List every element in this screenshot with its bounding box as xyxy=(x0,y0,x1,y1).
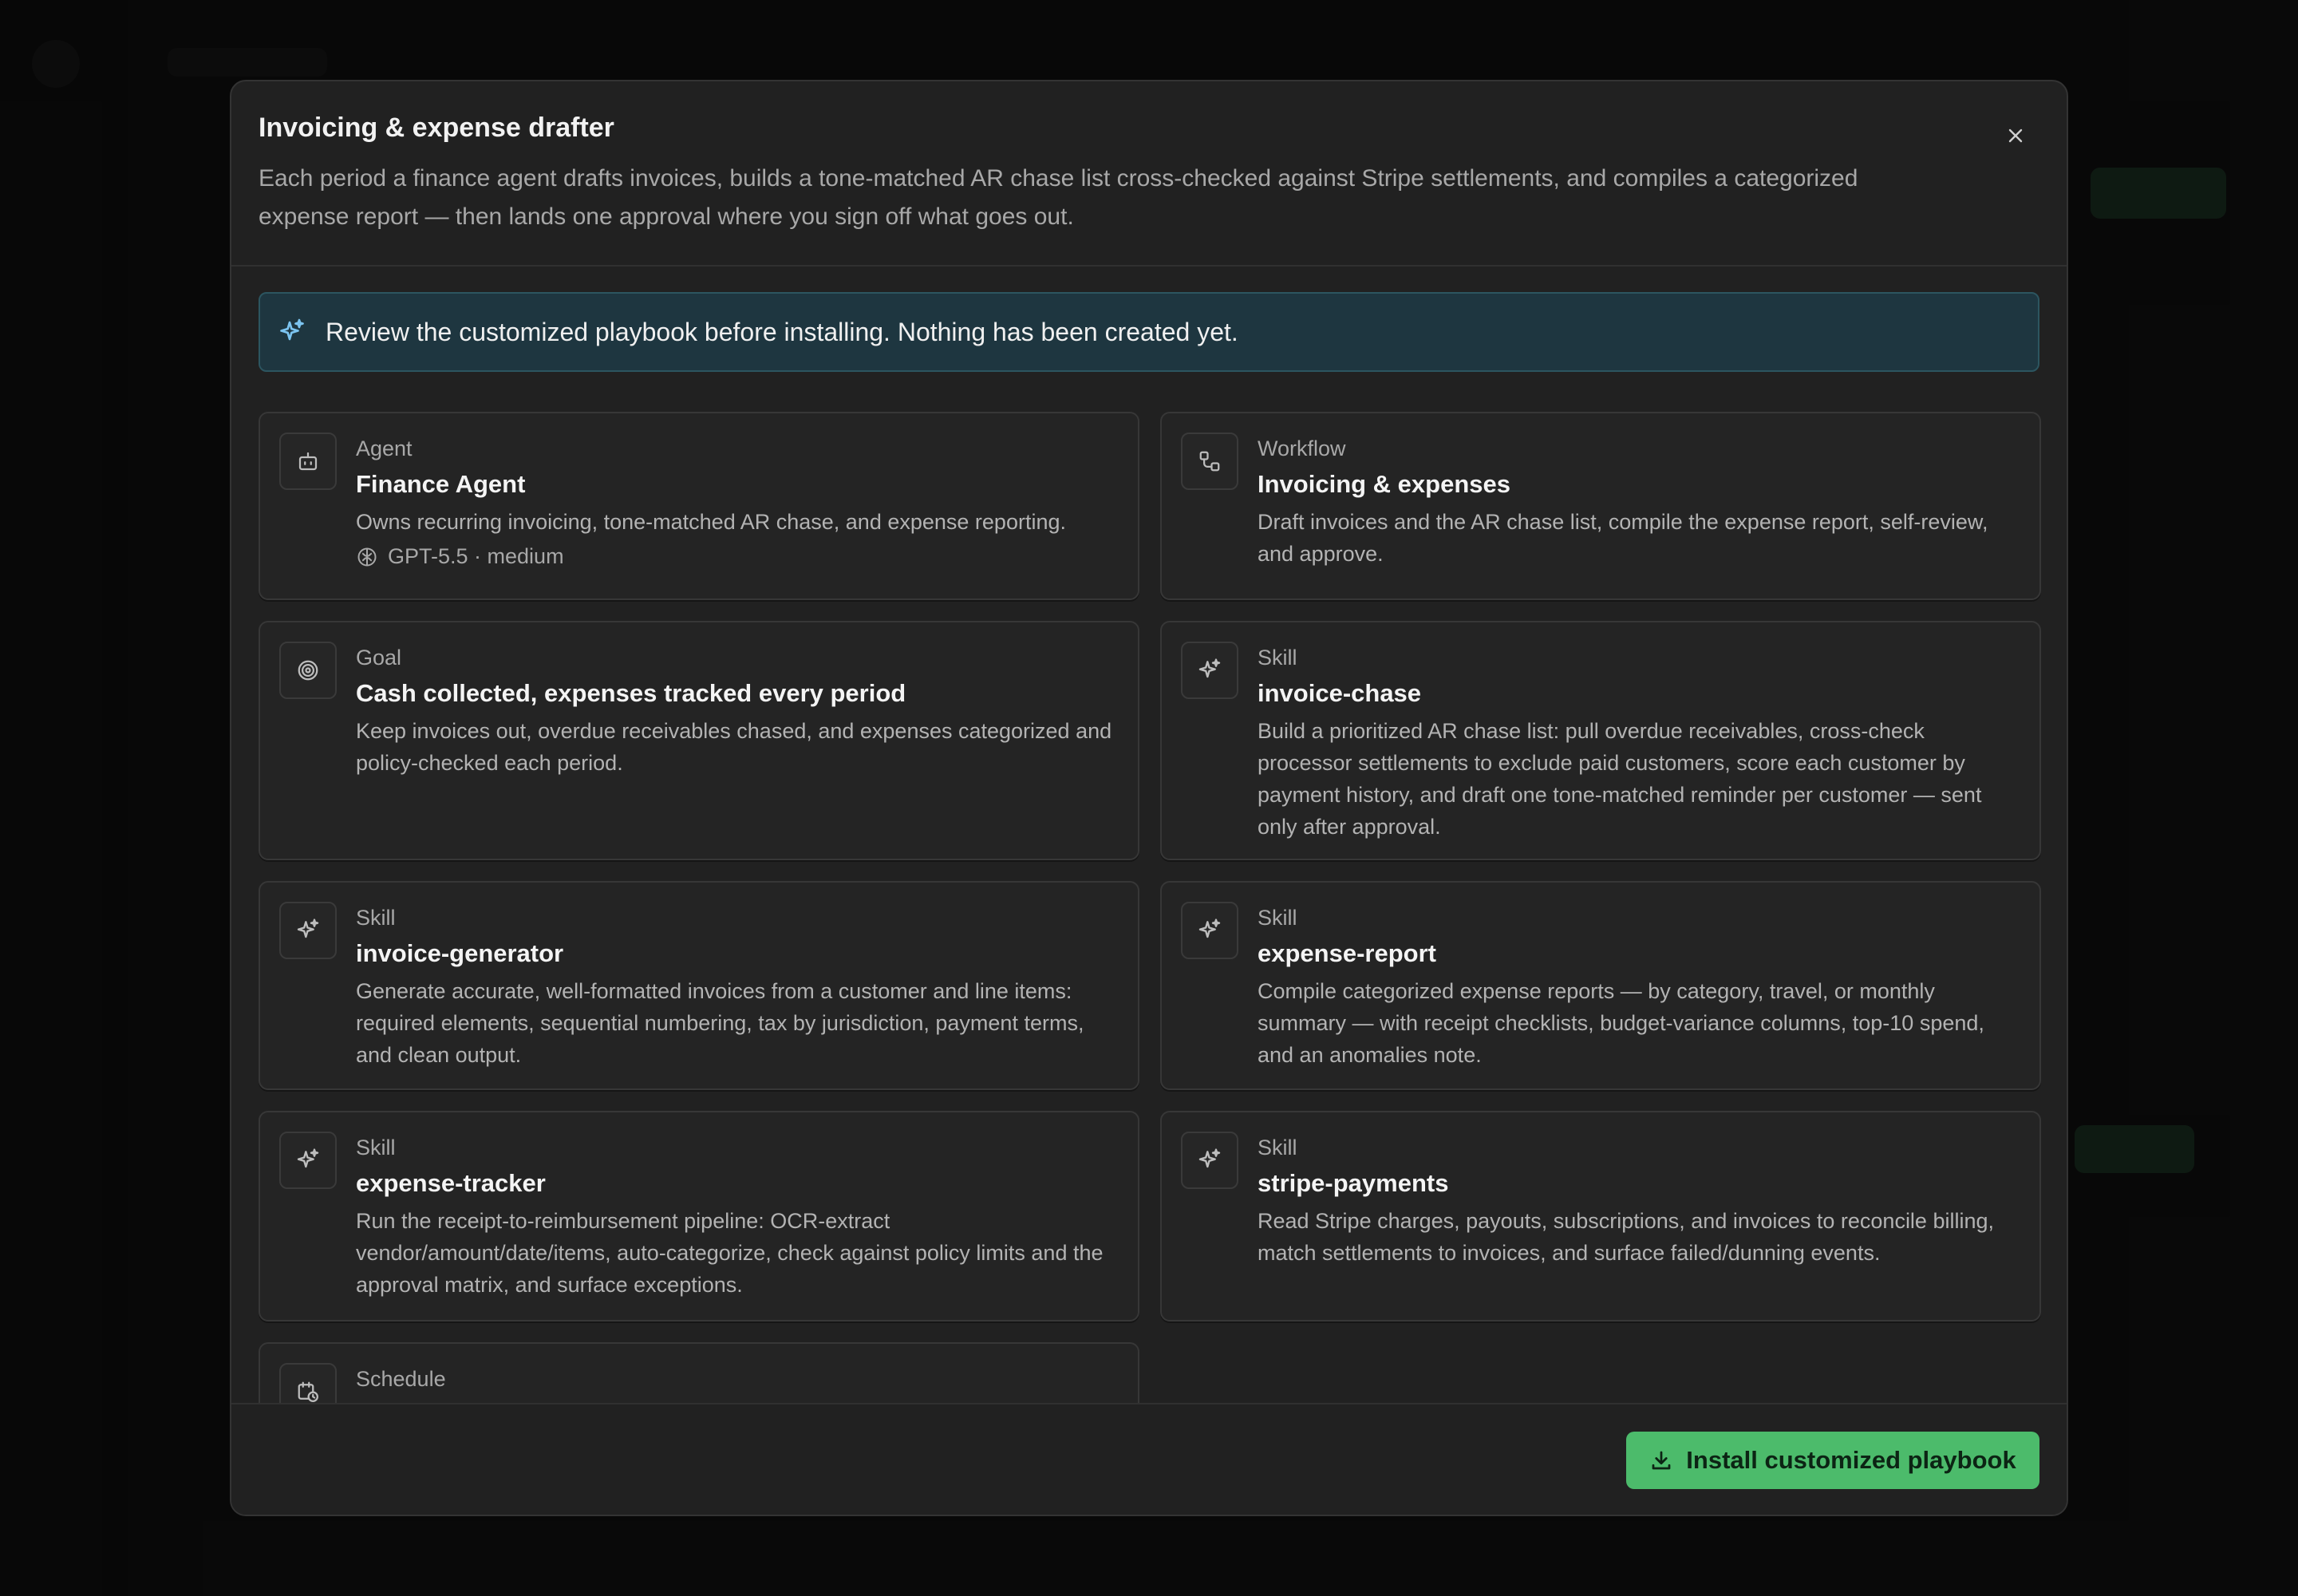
card-icon-box xyxy=(1181,642,1238,699)
playbook-modal: Invoicing & expense drafter Each period … xyxy=(230,80,2068,1516)
sparkle-icon xyxy=(1198,1148,1221,1168)
install-button-label: Install customized playbook xyxy=(1686,1446,2016,1474)
card-kind: Workflow xyxy=(1258,437,1346,460)
notice-text: Review the customized playbook before in… xyxy=(326,317,1238,346)
card-kind: Agent xyxy=(356,437,413,460)
brain-icon xyxy=(357,547,377,566)
card-icon-box xyxy=(1181,433,1238,490)
card-description: Build a prioritized AR chase list: pull … xyxy=(1258,719,1982,839)
card-skill-invoice-chase: Skill invoice-chase Build a prioritized … xyxy=(1160,621,2041,860)
card-title: expense-report xyxy=(1258,939,1436,967)
install-playbook-button[interactable]: Install customized playbook xyxy=(1626,1432,2039,1489)
download-icon xyxy=(1652,1451,1671,1470)
modal-body[interactable]: Review the customized playbook before in… xyxy=(231,267,2067,1486)
card-title: Invoicing & expenses xyxy=(1258,470,1510,498)
card-kind: Skill xyxy=(1258,906,1297,930)
calendar-clock-icon xyxy=(298,1381,318,1402)
card-title: invoice-generator xyxy=(356,939,564,967)
card-kind: Skill xyxy=(1258,1136,1297,1159)
model-meta: GPT-5.5 · medium xyxy=(356,544,1119,569)
card-title: invoice-chase xyxy=(1258,679,1422,707)
card-kind: Skill xyxy=(356,906,396,930)
sparkle-icon xyxy=(297,918,319,938)
target-icon xyxy=(298,660,318,681)
card-skill-expense-report: Skill expense-report Compile categorized… xyxy=(1160,881,2041,1090)
card-workflow: Workflow Invoicing & expenses Draft invo… xyxy=(1160,412,2041,600)
card-agent: Agent Finance Agent Owns recurring invoi… xyxy=(259,412,1139,600)
card-title: expense-tracker xyxy=(356,1169,546,1197)
sparkle-icon xyxy=(280,318,304,341)
card-description: Draft invoices and the AR chase list, co… xyxy=(1258,510,1988,566)
robot-icon xyxy=(298,452,318,471)
close-icon xyxy=(2008,128,2023,143)
card-description: Compile categorized expense reports — by… xyxy=(1258,979,1984,1067)
card-description: Run the receipt-to-reimbursement pipelin… xyxy=(356,1209,1104,1297)
card-icon-box xyxy=(279,642,337,699)
playbook-items-grid: Agent Finance Agent Owns recurring invoi… xyxy=(259,412,2041,1486)
card-skill-invoice-generator: Skill invoice-generator Generate accurat… xyxy=(259,881,1139,1090)
card-icon-box xyxy=(1181,1132,1238,1189)
card-description: Keep invoices out, overdue receivables c… xyxy=(356,719,1112,775)
card-icon-box xyxy=(279,433,337,490)
sparkle-icon xyxy=(1198,918,1221,938)
card-description: Read Stripe charges, payouts, subscripti… xyxy=(1258,1209,1994,1265)
card-kind: Skill xyxy=(1258,646,1297,670)
sparkle-icon xyxy=(297,1148,319,1168)
modal-header: Invoicing & expense drafter Each period … xyxy=(231,81,2067,267)
sparkle-icon xyxy=(1198,658,1221,678)
card-title: Finance Agent xyxy=(356,470,526,498)
card-title: stripe-payments xyxy=(1258,1169,1449,1197)
card-skill-expense-tracker: Skill expense-tracker Run the receipt-to… xyxy=(259,1111,1139,1321)
card-kind: Schedule xyxy=(356,1367,446,1391)
modal-footer: Install customized playbook xyxy=(231,1403,2067,1515)
card-kind: Skill xyxy=(356,1136,396,1159)
card-icon-box xyxy=(1181,902,1238,959)
model-label: GPT-5.5 · medium xyxy=(388,544,564,568)
review-notice: Review the customized playbook before in… xyxy=(259,292,2039,372)
card-icon-box xyxy=(279,902,337,959)
card-description: Owns recurring invoicing, tone-matched A… xyxy=(356,510,1066,534)
card-description: Generate accurate, well-formatted invoic… xyxy=(356,979,1084,1067)
close-button[interactable] xyxy=(1996,117,2035,155)
workflow-icon xyxy=(1199,451,1220,472)
card-title: Cash collected, expenses tracked every p… xyxy=(356,679,906,707)
card-icon-box xyxy=(279,1132,337,1189)
modal-description: Each period a finance agent drafts invoi… xyxy=(259,165,1858,230)
modal-title: Invoicing & expense drafter xyxy=(259,113,614,143)
card-kind: Goal xyxy=(356,646,402,670)
card-goal: Goal Cash collected, expenses tracked ev… xyxy=(259,621,1139,860)
card-skill-stripe-payments: Skill stripe-payments Read Stripe charge… xyxy=(1160,1111,2041,1321)
